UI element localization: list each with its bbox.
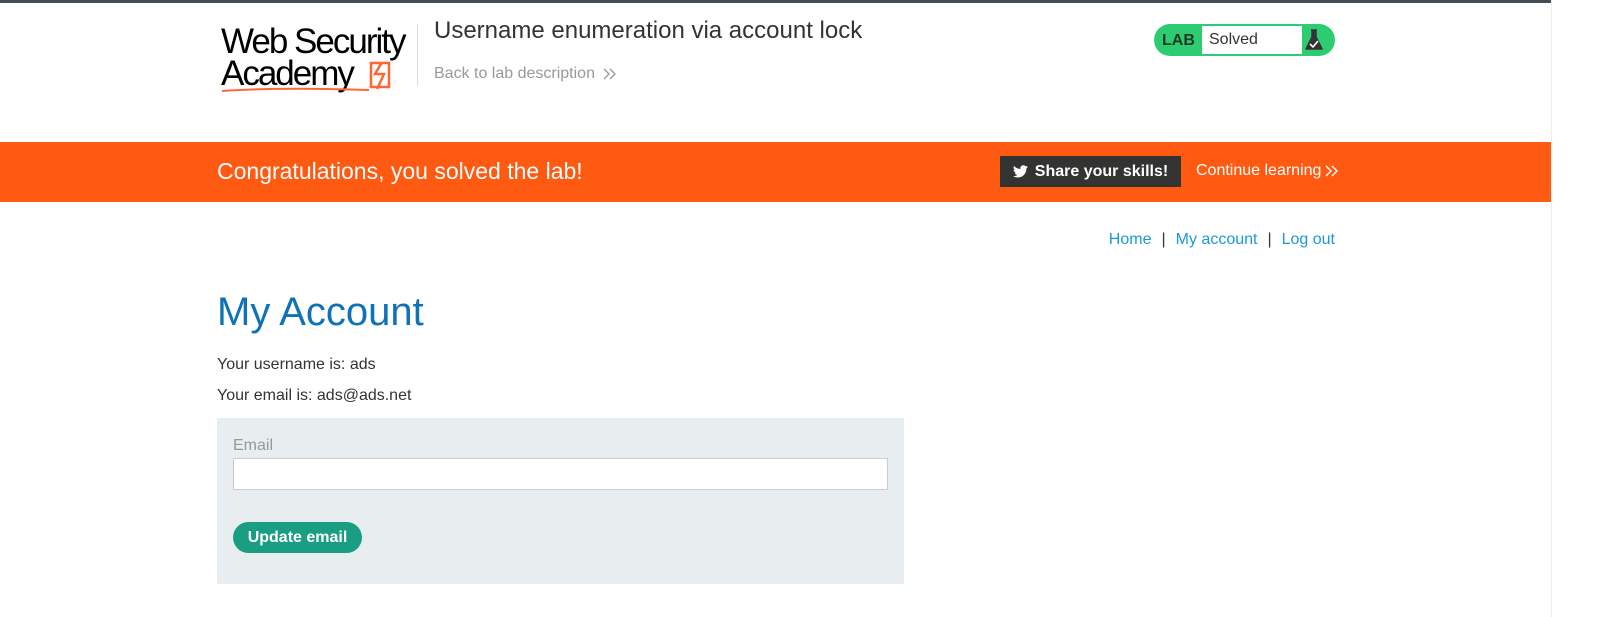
header-divider: [417, 24, 418, 86]
back-link-label: Back to lab description: [434, 65, 595, 82]
username-info: Your username is: ads: [217, 356, 376, 373]
continue-learning-link[interactable]: Continue learning: [1196, 162, 1339, 180]
page-title: My Account: [217, 290, 424, 334]
nav-separator: |: [1161, 231, 1166, 248]
logo-underline: [221, 87, 370, 92]
flask-icon: [1305, 29, 1323, 50]
scrollbar-track[interactable]: [1551, 0, 1600, 617]
nav-home-link[interactable]: Home: [1109, 231, 1152, 248]
double-chevron-right-icon: [603, 68, 616, 80]
email-field-label: Email: [233, 437, 274, 454]
top-navigation: Home | My account | Log out: [1109, 231, 1335, 249]
nav-my-account-link[interactable]: My account: [1176, 231, 1258, 248]
solved-message: Congratulations, you solved the lab!: [217, 158, 583, 184]
lab-title: Username enumeration via account lock: [434, 17, 863, 44]
twitter-icon: [1012, 165, 1028, 178]
email-info: Your email is: ads@ads.net: [217, 387, 412, 404]
lab-status-state: Solved: [1202, 26, 1302, 54]
web-security-academy-logo[interactable]: Web Security Academy: [221, 22, 417, 98]
email-field[interactable]: [233, 458, 888, 490]
nav-log-out-link[interactable]: Log out: [1282, 231, 1335, 248]
double-chevron-right-icon: [1325, 165, 1339, 177]
share-skills-label: Share your skills!: [1034, 162, 1169, 180]
change-email-form: Email Update email: [217, 418, 904, 584]
continue-learning-label: Continue learning: [1196, 162, 1322, 179]
back-to-lab-description-link[interactable]: Back to lab description: [434, 65, 617, 83]
lab-status-label: LAB: [1162, 32, 1195, 49]
nav-separator: |: [1267, 231, 1272, 248]
share-skills-button[interactable]: Share your skills!: [1000, 156, 1181, 187]
top-border: [0, 0, 1600, 3]
update-email-button[interactable]: Update email: [233, 522, 362, 553]
